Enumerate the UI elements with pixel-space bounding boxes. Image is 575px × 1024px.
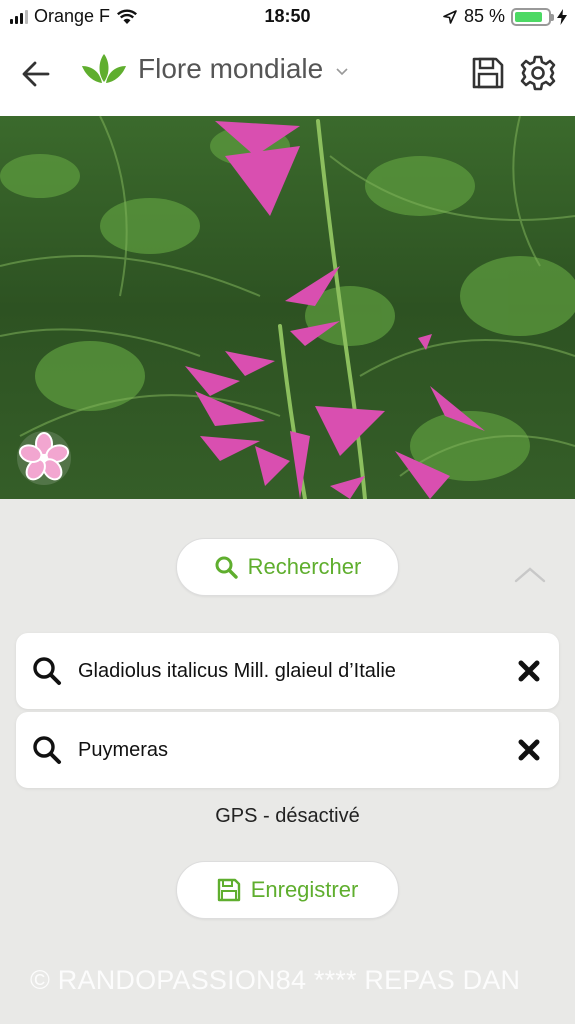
location-value[interactable]: Puymeras <box>78 739 499 762</box>
back-button[interactable] <box>16 54 56 94</box>
save-button-label: Enregistrer <box>250 877 359 902</box>
search-icon <box>215 556 238 579</box>
charging-bolt-icon <box>557 8 567 25</box>
species-field[interactable]: Gladiolus italicus Mill. glaieul d’Itali… <box>16 633 559 709</box>
flora-selector[interactable]: Flore mondiale <box>80 52 349 86</box>
location-field[interactable]: Puymeras <box>16 712 559 788</box>
plant-photo[interactable] <box>0 116 575 499</box>
close-icon <box>518 660 540 682</box>
nav-bar: Flore mondiale <box>0 36 575 116</box>
app-title: Flore mondiale <box>138 53 324 84</box>
battery-icon <box>511 7 554 26</box>
close-icon <box>518 739 540 761</box>
back-arrow-icon <box>22 61 50 87</box>
settings-button[interactable] <box>518 52 558 94</box>
plant-photo-image <box>0 116 575 499</box>
status-bar: Orange F 18:50 85 % <box>0 0 575 36</box>
status-right: 85 % <box>442 6 567 27</box>
search-button-label: Rechercher <box>247 554 362 579</box>
location-icon <box>443 9 457 24</box>
clear-species-button[interactable] <box>499 633 559 709</box>
leaf-logo-icon <box>82 54 126 83</box>
search-icon <box>33 736 61 764</box>
chevron-down-icon <box>336 68 348 76</box>
clear-location-button[interactable] <box>499 712 559 788</box>
chevron-up-icon[interactable] <box>512 559 548 591</box>
save-icon <box>217 878 240 902</box>
save-button[interactable]: Enregistrer <box>176 861 399 919</box>
gps-status: GPS - désactivé <box>215 805 360 827</box>
watermark-text: © RANDOPASSION84 **** REPAS DAN <box>30 965 521 995</box>
gear-icon <box>520 55 556 91</box>
battery-percent: 85 % <box>463 6 505 26</box>
save-icon <box>472 57 504 89</box>
search-icon <box>33 657 61 685</box>
species-value[interactable]: Gladiolus italicus Mill. glaieul d’Itali… <box>78 660 499 683</box>
search-panel: Rechercher Gladiolus italicus Mill. glai… <box>0 499 575 1024</box>
save-toolbar-button[interactable] <box>468 52 508 94</box>
search-button[interactable]: Rechercher <box>176 538 399 596</box>
flower-badge-icon[interactable] <box>16 430 72 486</box>
